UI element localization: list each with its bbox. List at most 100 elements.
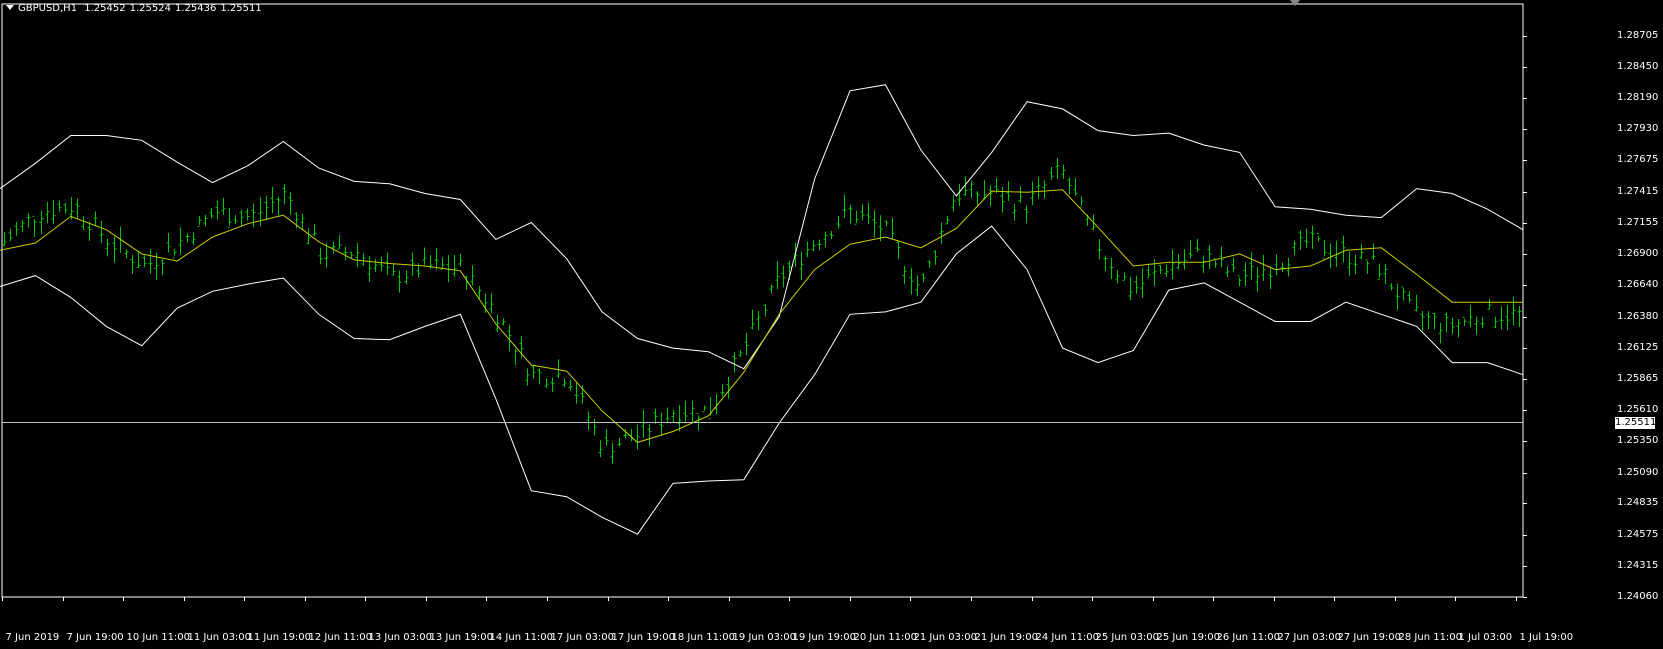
ohlc-bar (1517, 306, 1522, 327)
ohlc-bar (245, 208, 250, 221)
ohlc-bar (312, 224, 317, 237)
ohlc-bar (337, 235, 342, 250)
ohlc-bar (45, 202, 50, 224)
ohlc-bar (525, 368, 530, 386)
ohlc-bar (1134, 275, 1139, 294)
ohlc-bar (361, 252, 366, 266)
ohlc-bar (1055, 157, 1060, 179)
ohlc-bar (1371, 243, 1376, 260)
ohlc-bar (1146, 263, 1151, 279)
y-tick-label: 1.24060 (1617, 590, 1659, 602)
ohlc-bar (1128, 276, 1133, 301)
ohlc-bar (1201, 255, 1206, 273)
ohlc-bar (1456, 318, 1461, 338)
ohlc-bar (178, 227, 183, 255)
y-tick-label: 1.27930 (1617, 122, 1659, 134)
ohlc-bar (57, 200, 62, 212)
ohlc-bar (124, 248, 129, 259)
ohlc-bar (665, 407, 670, 422)
ohlc-bar (647, 424, 652, 447)
ohlc-bar (641, 409, 646, 438)
ohlc-bar (1377, 263, 1382, 280)
ohlc-bar (781, 265, 786, 288)
collapse-triangle-icon[interactable] (6, 5, 14, 10)
chart-header: GBPUSD,H1 1.25452 1.25524 1.25436 1.25511 (6, 3, 266, 14)
ohlc-bar (32, 215, 37, 237)
ohlc-bar (1067, 177, 1072, 195)
ohlc-bar (197, 216, 202, 227)
ohlc-bar (397, 270, 402, 293)
ohlc-bar (1316, 232, 1321, 242)
ohlc-bar (586, 411, 591, 431)
low-value: 1.25436 (174, 3, 217, 14)
ohlc-bar (1006, 181, 1011, 201)
ohlc-bar (1432, 313, 1437, 330)
ohlc-bar (671, 409, 676, 423)
chart-shift-marker-icon[interactable] (1290, 0, 1300, 6)
ohlc-bar (1280, 262, 1285, 273)
ohlc-bar (860, 204, 865, 221)
chart-frame (1, 3, 1524, 598)
ohlc-bar (1274, 254, 1279, 276)
ohlc-bar (1395, 283, 1400, 310)
y-tick-label: 1.27675 (1617, 153, 1659, 165)
chart-window[interactable]: GBPUSD,H1 1.25452 1.25524 1.25436 1.25511 1… (0, 0, 1663, 649)
ohlc-bar (288, 192, 293, 215)
ohlc-bar (939, 222, 944, 245)
ohlc-bar (756, 310, 761, 331)
ohlc-bar (598, 440, 603, 458)
ohlc-bar (8, 228, 13, 242)
ohlc-bar (1195, 238, 1200, 253)
y-tick-label: 1.27155 (1617, 216, 1659, 228)
ohlc-bar (969, 180, 974, 198)
y-tick-label: 1.25350 (1617, 434, 1659, 446)
ohlc-bar (458, 253, 463, 267)
upper-band-line (0, 84, 1524, 370)
x-tick-label: 14 Jun 11:00 (489, 632, 554, 643)
ohlc-bar (805, 241, 810, 258)
ohlc-bar (1061, 164, 1066, 179)
ohlc-bar (318, 247, 323, 265)
ohlc-bar (866, 202, 871, 225)
ohlc-bar (166, 232, 171, 253)
ohlc-bar (537, 368, 542, 385)
ohlc-bar (355, 242, 360, 268)
ohlc-bar (112, 236, 117, 263)
ohlc-bar (775, 261, 780, 290)
ohlc-bar (1268, 266, 1273, 290)
ohlc-bar (726, 376, 731, 399)
ohlc-bar (945, 215, 950, 225)
ohlc-bar (1012, 203, 1017, 221)
ohlc-bar (1511, 296, 1516, 326)
ohlc-bar (1444, 312, 1449, 333)
ohlc-bar (811, 239, 816, 252)
ohlc-bar (635, 425, 640, 450)
ohlc-bar (604, 428, 609, 446)
ohlc-bar (1414, 294, 1419, 312)
ohlc-bar (823, 231, 828, 247)
high-value: 1.25524 (129, 3, 171, 14)
ohlc-bar (1097, 239, 1102, 260)
x-tick-label: 10 Jun 11:00 (126, 632, 191, 643)
ohlc-bar (574, 381, 579, 404)
ohlc-bar (1480, 317, 1485, 329)
x-tick-label: 12 Jun 11:00 (308, 632, 373, 643)
ohlc-bar (975, 191, 980, 206)
ohlc-bar (209, 207, 214, 219)
x-tick-label: 19 Jun 03:00 (732, 632, 797, 643)
ohlc-bar (1249, 252, 1254, 280)
ohlc-bar (854, 210, 859, 225)
y-tick-label: 1.28190 (1617, 91, 1659, 103)
ohlc-bar (1359, 243, 1364, 260)
y-tick-label: 1.25865 (1617, 372, 1659, 384)
y-tick-label: 1.26125 (1617, 341, 1659, 353)
x-tick-label: 13 Jun 03:00 (368, 632, 433, 643)
ohlc-bar (817, 239, 822, 251)
ohlc-bar (1182, 249, 1187, 270)
ohlc-bar (1042, 180, 1047, 199)
ohlc-bar (1243, 262, 1248, 286)
price-chart[interactable] (0, 0, 1663, 649)
ohlc-bar (1036, 176, 1041, 199)
ohlc-bar (1109, 257, 1114, 279)
ohlc-bar (422, 247, 427, 265)
